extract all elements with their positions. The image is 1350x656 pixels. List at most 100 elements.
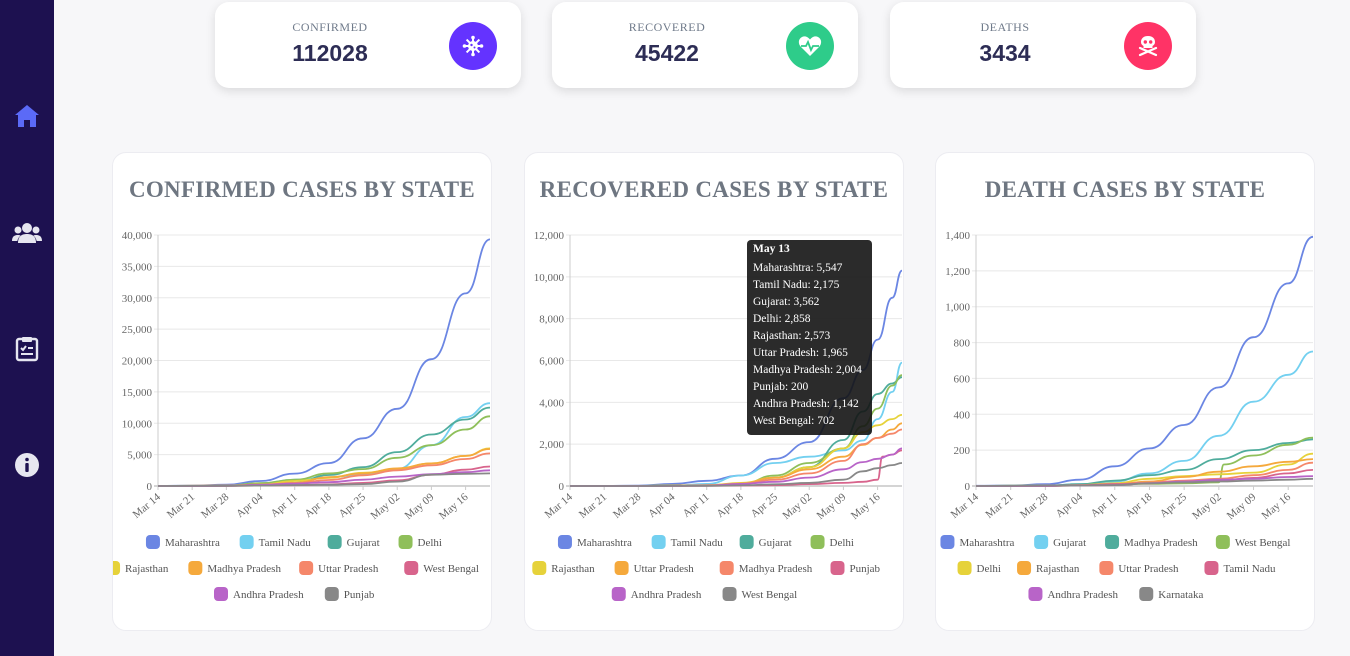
- legend-label: Gujarat: [759, 537, 792, 549]
- y-tick-label: 10,000: [534, 272, 565, 284]
- legend-label: Tamil Nadu: [671, 537, 724, 549]
- legend-swatch: [1034, 535, 1049, 549]
- confirmed-card: CONFIRMED 112028: [215, 2, 521, 88]
- x-tick-label: Apr 18: [714, 491, 746, 520]
- x-tick-label: Apr 04: [234, 491, 266, 520]
- recovered-value: 45422: [635, 40, 699, 66]
- series-line-uttar-pradesh: [157, 452, 491, 487]
- x-tick-label: May 02: [1190, 491, 1224, 522]
- y-tick-label: 0: [147, 481, 153, 493]
- x-tick-label: May 09: [815, 491, 849, 522]
- x-tick-label: May 09: [403, 491, 437, 522]
- users-icon[interactable]: [12, 218, 42, 248]
- y-tick-label: 10,000: [122, 418, 153, 430]
- y-tick-label: 600: [954, 373, 971, 385]
- skull-icon: [1124, 22, 1172, 70]
- legend-label: West Bengal: [1235, 537, 1291, 549]
- recovered-chart-card: RECOVERED CASES BY STATE 0 2,000 4,000 6,00…: [524, 152, 904, 631]
- confirmed-chart-card: CONFIRMED CASES BY STATE 0 5,000 10,000 15,…: [112, 152, 492, 631]
- legend-swatch: [1215, 535, 1230, 549]
- x-tick-label: Mar 28: [611, 491, 644, 521]
- y-tick-label: 5,000: [127, 450, 152, 462]
- clipboard-icon[interactable]: [12, 334, 42, 364]
- series-line-maharashtra: [157, 238, 491, 487]
- y-tick-label: 8,000: [539, 314, 564, 326]
- legend-label: Gujarat: [347, 537, 380, 549]
- legend-label: Andhra Pradesh: [631, 589, 702, 601]
- legend-label: Delhi: [830, 537, 854, 549]
- tooltip-line: Tamil Nadu: 2,175: [753, 279, 840, 291]
- confirmed-value: 112028: [292, 40, 368, 66]
- legend-swatch: [830, 561, 845, 575]
- x-tick-label: Apr 11: [1089, 491, 1120, 520]
- x-tick-label: Apr 25: [749, 491, 781, 520]
- legend-swatch: [810, 535, 825, 549]
- legend-label: Uttar Pradesh: [318, 563, 379, 575]
- x-tick-label: Mar 14: [949, 491, 982, 521]
- y-tick-label: 25,000: [122, 324, 153, 336]
- x-tick-label: May 09: [1225, 491, 1259, 522]
- x-tick-label: Apr 04: [646, 491, 678, 520]
- deaths-card: DEATHS 3434: [890, 2, 1196, 88]
- legend-label: Madhya Pradesh: [207, 563, 281, 575]
- confirmed-line-chart: 0 5,000 10,000 15,000 20,000 25,000 30,000 35,0…: [113, 230, 491, 601]
- legend-swatch: [113, 561, 121, 575]
- home-icon[interactable]: [12, 101, 42, 131]
- legend-swatch: [957, 561, 972, 575]
- y-tick-label: 12,000: [534, 230, 565, 242]
- x-tick-label: May 16: [1259, 491, 1293, 522]
- legend-label: Delhi: [977, 563, 1001, 575]
- legend-label: Karnataka: [1158, 589, 1203, 601]
- legend-swatch: [614, 561, 629, 575]
- legend-label: Uttar Pradesh: [634, 563, 695, 575]
- legend-swatch: [1099, 561, 1114, 575]
- x-tick-label: Apr 25: [337, 491, 369, 520]
- tooltip-line: Rajasthan: 2,573: [753, 330, 831, 342]
- tooltip-line: Gujarat: 3,562: [753, 296, 820, 308]
- y-tick-label: 30,000: [122, 293, 153, 305]
- y-tick-label: 200: [954, 445, 971, 457]
- legend-label: Tamil Nadu: [1223, 563, 1276, 575]
- confirmed-label: CONFIRMED: [292, 20, 368, 34]
- y-tick-label: 400: [954, 409, 971, 421]
- legend-swatch: [1028, 587, 1043, 601]
- x-tick-label: Apr 18: [1123, 491, 1155, 520]
- legend-swatch: [188, 561, 203, 575]
- legend-swatch: [404, 561, 419, 575]
- info-icon[interactable]: [12, 450, 42, 480]
- y-tick-label: 800: [954, 338, 971, 350]
- heart-pulse-icon: [786, 22, 834, 70]
- deaths-line-chart: 0 200 400 600 800 1,000 1,200 1,400 Mar 14 Mar 21…: [940, 230, 1314, 601]
- recovered-label: RECOVERED: [628, 20, 706, 34]
- legend-label: Tamil Nadu: [259, 537, 312, 549]
- legend-label: Maharashtra: [959, 537, 1014, 549]
- sidebar: [0, 0, 54, 656]
- x-tick-label: May 16: [849, 491, 883, 522]
- y-tick-label: 0: [559, 481, 565, 493]
- legend-swatch: [299, 561, 314, 575]
- deaths-label: DEATHS: [980, 20, 1030, 34]
- legend-label: Punjab: [344, 589, 375, 601]
- legend-swatch: [1139, 587, 1154, 601]
- legend-label: Rajasthan: [551, 563, 595, 575]
- legend-swatch: [651, 535, 666, 549]
- x-tick-label: Mar 21: [983, 491, 1015, 521]
- tooltip-line: Punjab: 200: [753, 381, 809, 393]
- legend-label: Andhra Pradesh: [1047, 589, 1118, 601]
- tooltip-line: West Bengal: 702: [753, 415, 835, 427]
- x-tick-label: Mar 14: [543, 491, 576, 521]
- legend-swatch: [532, 561, 547, 575]
- x-tick-label: Apr 18: [302, 491, 334, 520]
- legend-label: West Bengal: [423, 563, 479, 575]
- legend-label: Uttar Pradesh: [1118, 563, 1179, 575]
- x-tick-label: May 02: [780, 491, 814, 522]
- legend-swatch: [327, 535, 342, 549]
- y-tick-label: 1,000: [945, 302, 970, 314]
- y-tick-label: 1,400: [945, 230, 970, 242]
- tooltip-line: Madhya Pradesh: 2,004: [753, 364, 862, 376]
- legend-label: Rajasthan: [125, 563, 169, 575]
- legend-swatch: [719, 561, 734, 575]
- y-tick-label: 20,000: [122, 356, 153, 368]
- tooltip-title: May 13: [753, 243, 790, 255]
- legend-swatch: [1017, 561, 1032, 575]
